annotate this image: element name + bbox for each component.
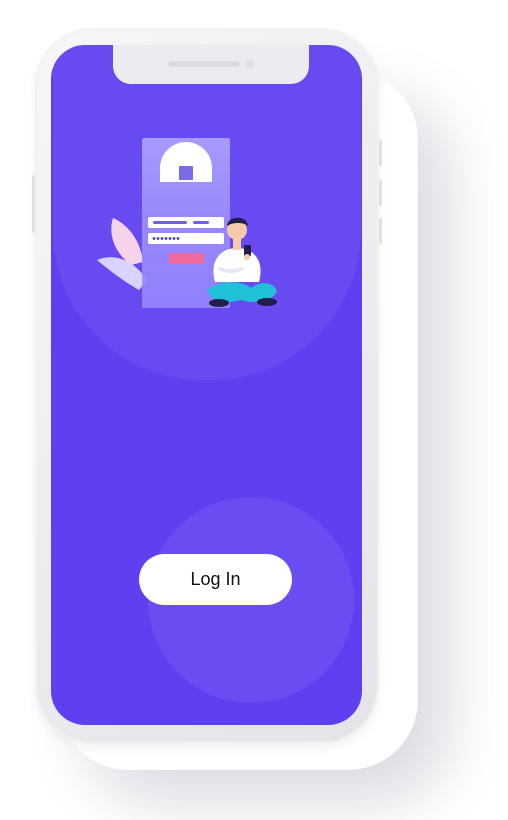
login-button[interactable]: Log In [139,554,292,605]
front-camera [246,60,254,68]
speaker-grille [168,61,240,67]
app-mockup: Log In [0,0,508,820]
submit-button-art [169,253,204,264]
login-illustration [97,138,277,308]
phone-screen: Log In [51,45,362,725]
phone-notch [113,45,309,84]
avatar-square [179,166,193,180]
